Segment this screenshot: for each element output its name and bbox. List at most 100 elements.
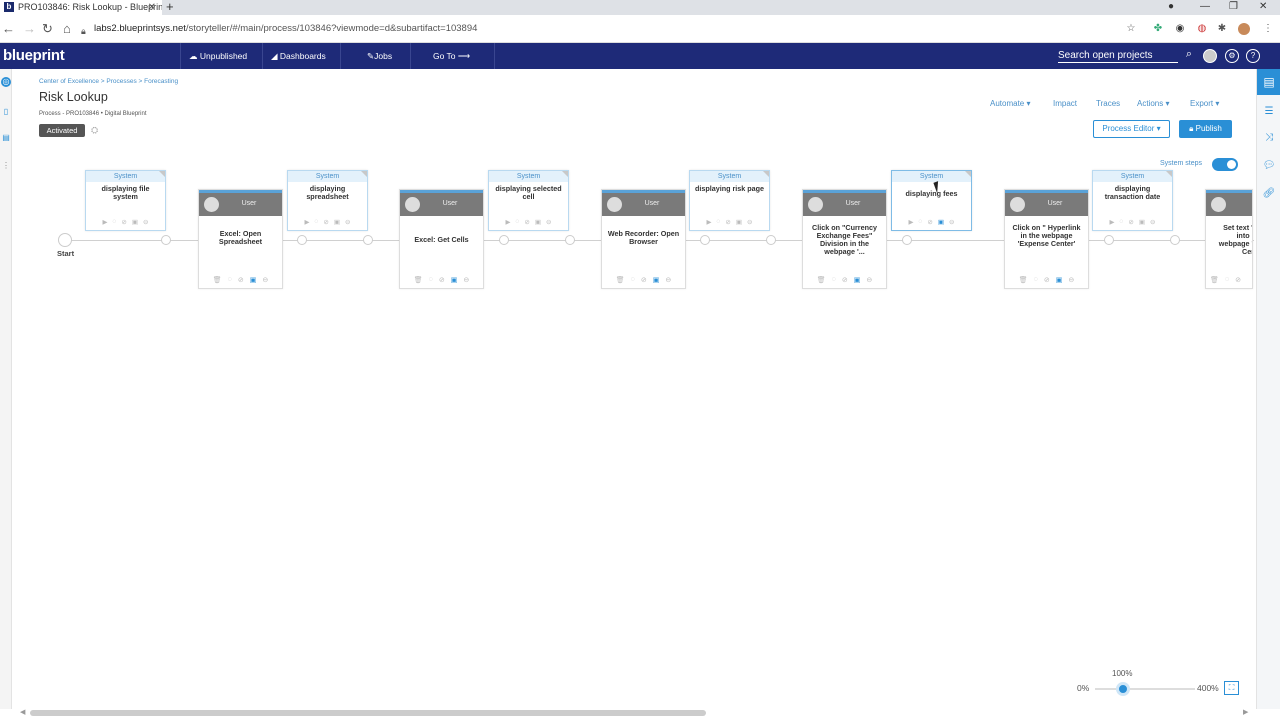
- scroll-left-icon[interactable]: ◀: [20, 708, 25, 716]
- traces-link[interactable]: Traces: [1096, 99, 1120, 108]
- link-icon[interactable]: ⊘: [323, 218, 328, 226]
- more-icon[interactable]: ⊖: [345, 218, 350, 226]
- process-editor-button[interactable]: Process Editor ▾: [1093, 120, 1170, 138]
- comment-icon[interactable]: ◌: [228, 276, 232, 284]
- play-icon[interactable]: ▶: [305, 218, 310, 226]
- connector-node[interactable]: [1104, 235, 1114, 245]
- document-icon[interactable]: ▤: [1, 133, 11, 143]
- connector-node[interactable]: [902, 235, 912, 245]
- system-step-card[interactable]: System displaying selected cell ▶ ◌ ⊘ ▣ ⊖: [488, 170, 569, 231]
- nav-goto[interactable]: Go To ⟶: [410, 43, 496, 69]
- more-icon[interactable]: ⊖: [546, 218, 551, 226]
- more-icon[interactable]: ⊖: [1068, 276, 1074, 284]
- more-icon[interactable]: ⊖: [262, 276, 268, 284]
- back-icon[interactable]: ←: [2, 21, 15, 37]
- link-icon[interactable]: ⊘: [524, 218, 529, 226]
- comment-icon[interactable]: ◌: [919, 218, 923, 226]
- more-icon[interactable]: ⊖: [143, 218, 148, 226]
- user-step-card[interactable]: User Excel: Open Spreadsheet 🗑︎ ◌ ⊘ ▣ ⊖: [198, 189, 283, 289]
- attachment-icon[interactable]: 🔗︎: [1262, 187, 1276, 201]
- system-step-card-selected[interactable]: System displaying fees ▶ ◌ ⊘ ▣ ⊖: [891, 170, 972, 231]
- system-step-card[interactable]: System displaying transaction date ▶ ◌ ⊘ ▣ ⊖: [1092, 170, 1173, 231]
- address-field[interactable]: labs2.blueprintsys.net/storyteller/#/mai…: [94, 22, 477, 36]
- close-window-icon[interactable]: ✕: [1259, 0, 1267, 14]
- help-icon[interactable]: ?: [1246, 49, 1260, 63]
- play-icon[interactable]: ▶: [909, 218, 914, 226]
- nav-jobs[interactable]: ✎Jobs: [340, 43, 400, 69]
- lock-icon[interactable]: 🔒︎: [81, 23, 86, 39]
- image-icon[interactable]: ▣: [250, 276, 257, 284]
- comments-icon[interactable]: 💬︎: [1262, 159, 1276, 173]
- play-icon[interactable]: ▶: [1110, 218, 1115, 226]
- zoom-slider-handle[interactable]: [1116, 682, 1130, 696]
- delete-icon[interactable]: 🗑︎: [616, 276, 625, 284]
- publish-button[interactable]: 🔒︎ Publish: [1179, 120, 1232, 138]
- link-icon[interactable]: ⊘: [927, 218, 932, 226]
- user-step-card[interactable]: User Excel: Get Cells 🗑︎ ◌ ⊘ ▣ ⊖: [399, 189, 484, 289]
- system-step-card[interactable]: System displaying file system ▶ ◌ ⊘ ▣ ⊖: [85, 170, 166, 231]
- comment-icon[interactable]: ◌: [429, 276, 433, 284]
- extension-icon[interactable]: ✤: [1152, 23, 1164, 35]
- image-icon[interactable]: ▣: [132, 218, 138, 226]
- new-tab-button[interactable]: +: [166, 0, 174, 14]
- image-icon[interactable]: ▣: [854, 276, 861, 284]
- link-icon[interactable]: ⊘: [121, 218, 126, 226]
- user-step-card[interactable]: User Click on " Hyperlink in the webpage…: [1004, 189, 1089, 289]
- minimize-icon[interactable]: —: [1200, 0, 1210, 14]
- reload-icon[interactable]: ↻: [42, 21, 53, 37]
- shuffle-icon[interactable]: ⤨: [1262, 131, 1276, 145]
- comment-icon[interactable]: ◌: [631, 276, 635, 284]
- search-icon[interactable]: ⌕: [1182, 49, 1196, 63]
- list-icon[interactable]: ☰: [1262, 105, 1276, 119]
- fit-to-screen-icon[interactable]: ⛶: [1224, 681, 1239, 695]
- profile-icon[interactable]: ●: [1168, 0, 1174, 14]
- connector-node[interactable]: [766, 235, 776, 245]
- extension-c-icon[interactable]: ◉: [1174, 23, 1186, 35]
- link-icon[interactable]: ⊘: [1235, 276, 1241, 284]
- settings-gear-icon[interactable]: ⚙: [1225, 49, 1239, 63]
- comment-icon[interactable]: ◌: [1120, 218, 1124, 226]
- image-icon[interactable]: ▣: [451, 276, 458, 284]
- comment-icon[interactable]: ◌: [113, 218, 117, 226]
- breadcrumb[interactable]: Center of Excellence > Processes > Forec…: [39, 78, 178, 85]
- forward-icon[interactable]: →: [23, 21, 36, 37]
- more-icon[interactable]: ⋮: [1, 161, 11, 171]
- start-node[interactable]: [58, 233, 72, 247]
- link-icon[interactable]: ⊘: [842, 276, 848, 284]
- more-icon[interactable]: ⊖: [463, 276, 469, 284]
- link-icon[interactable]: ⊘: [725, 218, 730, 226]
- more-icon[interactable]: ⊖: [949, 218, 954, 226]
- more-icon[interactable]: ⊖: [1150, 218, 1155, 226]
- connector-node[interactable]: [161, 235, 171, 245]
- image-icon[interactable]: ▣: [1139, 218, 1145, 226]
- connector-node[interactable]: [363, 235, 373, 245]
- image-icon[interactable]: ▣: [1056, 276, 1063, 284]
- comment-icon[interactable]: ◌: [717, 218, 721, 226]
- automate-menu[interactable]: Automate ▾: [990, 99, 1030, 108]
- nav-dashboards[interactable]: ◢ Dashboards: [262, 43, 334, 69]
- user-step-card[interactable]: User Web Recorder: Open Browser 🗑︎ ◌ ⊘ ▣ ⊖: [601, 189, 686, 289]
- system-step-card[interactable]: System displaying spreadsheet ▶ ◌ ⊘ ▣ ⊖: [287, 170, 368, 231]
- blueprint-logo[interactable]: blueprint: [3, 47, 65, 64]
- actions-menu[interactable]: Actions ▾: [1137, 99, 1169, 108]
- comment-icon[interactable]: ◌: [315, 218, 319, 226]
- connector-node[interactable]: [499, 235, 509, 245]
- export-menu[interactable]: Export ▾: [1190, 99, 1219, 108]
- user-step-card[interactable]: Set text 'C into in webpage 'E Cent 🗑︎ ◌ ⊘: [1205, 189, 1253, 289]
- delete-icon[interactable]: 🗑︎: [1019, 276, 1028, 284]
- explorer-icon[interactable]: ◎: [1, 77, 11, 87]
- link-icon[interactable]: ⊘: [1044, 276, 1050, 284]
- delete-icon[interactable]: 🗑︎: [213, 276, 222, 284]
- image-icon[interactable]: ▣: [535, 218, 541, 226]
- connector-node[interactable]: [297, 235, 307, 245]
- more-icon[interactable]: ⊖: [866, 276, 872, 284]
- properties-panel-icon[interactable]: ▤: [1257, 69, 1280, 95]
- restore-icon[interactable]: ❐: [1229, 0, 1238, 14]
- comment-icon[interactable]: ◌: [832, 276, 836, 284]
- image-icon[interactable]: ▣: [736, 218, 742, 226]
- browser-menu-icon[interactable]: ⋮: [1262, 23, 1274, 35]
- home-icon[interactable]: ⌂: [63, 21, 71, 37]
- book-icon[interactable]: ▯: [1, 107, 11, 117]
- delete-icon[interactable]: 🗑︎: [414, 276, 423, 284]
- tab-close-icon[interactable]: ✕: [148, 0, 156, 15]
